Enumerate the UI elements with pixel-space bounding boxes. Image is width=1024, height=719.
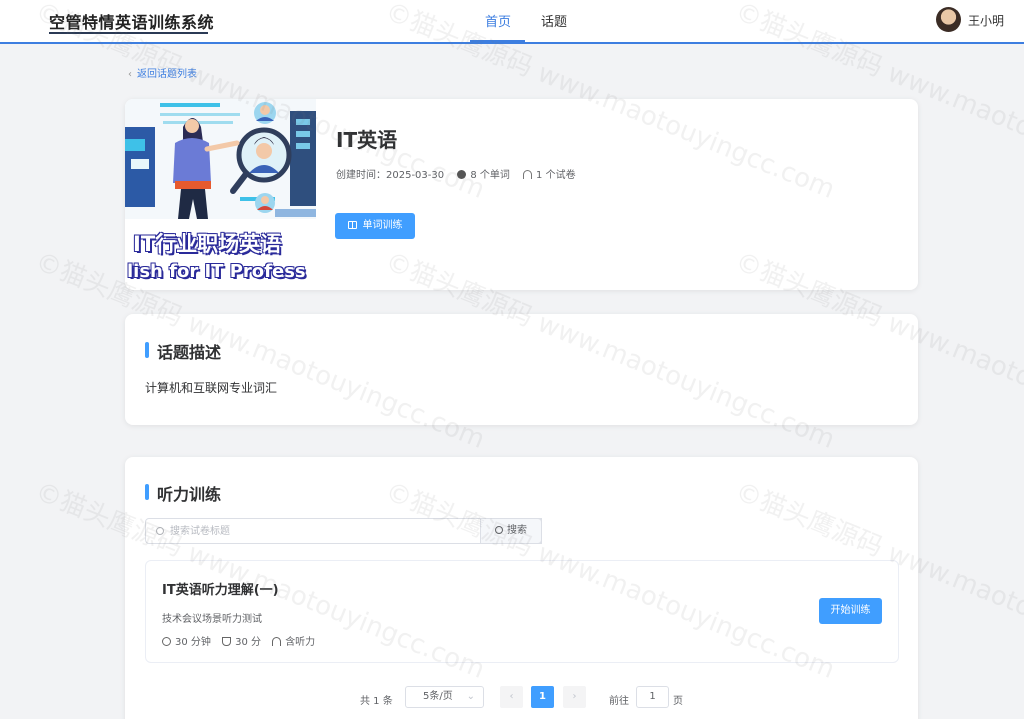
search-input[interactable]: [170, 523, 530, 539]
pagination-total: 共 1 条: [360, 696, 393, 707]
description-heading: 话题描述: [145, 339, 221, 363]
word-count: 8 个单词: [470, 170, 510, 181]
nav-home[interactable]: 首页: [485, 11, 511, 30]
nav-active-indicator: [470, 40, 525, 43]
page-size-value: 5条/页: [423, 691, 453, 702]
logo-underline: [49, 32, 208, 34]
word-training-label: 单词训练: [362, 220, 403, 231]
topic-cover-image: IT行业职场英语 lish for IT Profess: [125, 99, 316, 290]
trophy-icon: [222, 637, 232, 646]
cover-text-line1: IT行业职场英语: [133, 232, 282, 256]
search-button-label: 搜索: [507, 525, 527, 536]
search-button-icon: [495, 526, 503, 534]
start-training-button[interactable]: 开始训练: [819, 598, 882, 624]
user-name[interactable]: 王小明: [968, 12, 1004, 29]
paper-audio-item: 含听力: [272, 637, 315, 648]
paper-count-item: 1 个试卷: [523, 170, 576, 181]
page-suffix: 页: [673, 696, 683, 707]
clock-icon: [162, 637, 171, 646]
top-header: 空管特情英语训练系统 首页 话题 王小明: [0, 0, 1024, 44]
word-training-button[interactable]: 单词训练: [335, 213, 415, 239]
goto-page-input[interactable]: 1: [636, 686, 669, 708]
paper-subtitle: 技术会议场景听力测试: [162, 614, 262, 625]
word-count-item: 8 个单词: [457, 170, 510, 181]
back-link-label: 返回话题列表: [137, 69, 197, 80]
listening-heading: 听力训练: [145, 481, 221, 505]
app-logo-title[interactable]: 空管特情英语训练系统: [49, 9, 214, 33]
paper-meta: 30 分钟 30 分 含听力: [162, 633, 323, 648]
page-size-select[interactable]: 5条/页 ⌄: [405, 686, 484, 708]
user-avatar[interactable]: [936, 7, 961, 32]
paper-audio: 含听力: [285, 637, 316, 648]
paper-title: IT英语听力理解(一): [162, 583, 279, 598]
pagination: 共 1 条 5条/页 ⌄ ‹ 1 › 前往 1 页: [125, 686, 918, 710]
search-button[interactable]: 搜索: [480, 518, 542, 544]
word-count-icon: [457, 170, 467, 179]
page-number-current[interactable]: 1: [531, 686, 554, 708]
nav-topics[interactable]: 话题: [541, 11, 567, 30]
search-icon: [156, 527, 164, 535]
headphones-icon: [272, 637, 282, 646]
paper-duration: 30 分钟: [175, 637, 211, 648]
paper-score: 30 分: [235, 637, 261, 648]
paper-list-item: IT英语听力理解(一) 技术会议场景听力测试 30 分钟 30 分 含听力 开始…: [145, 560, 899, 663]
book-icon: [347, 221, 357, 229]
paper-count: 1 个试卷: [536, 170, 576, 181]
cover-text-line2: lish for IT Profess: [127, 261, 306, 282]
back-to-topic-list-link[interactable]: ‹ 返回话题列表: [128, 65, 197, 80]
chevron-right-icon: ›: [572, 691, 577, 702]
chevron-left-icon: ‹: [509, 691, 514, 702]
next-page-button[interactable]: ›: [563, 686, 586, 708]
topic-title: IT英语: [336, 128, 398, 152]
paper-score-item: 30 分: [222, 637, 261, 648]
paper-duration-item: 30 分钟: [162, 637, 211, 648]
created-date: 创建时间：2025-03-30: [336, 170, 445, 181]
listening-training-card: 听力训练 搜索 IT英语听力理解(一) 技术会议场景听力测试 30 分钟 30 …: [125, 457, 918, 719]
topic-header-card: IT行业职场英语 lish for IT Profess IT英语 创建时间：2…: [125, 99, 918, 290]
description-text: 计算机和互联网专业词汇: [145, 381, 278, 395]
description-card: 话题描述 计算机和互联网专业词汇: [125, 314, 918, 425]
chevron-left-icon: ‹: [128, 69, 132, 80]
goto-label: 前往: [609, 696, 629, 707]
headphones-icon: [523, 170, 533, 179]
topic-meta: 创建时间：2025-03-30 8 个单词 1 个试卷: [336, 166, 586, 181]
chevron-down-icon: ⌄: [466, 691, 475, 702]
prev-page-button[interactable]: ‹: [500, 686, 523, 708]
